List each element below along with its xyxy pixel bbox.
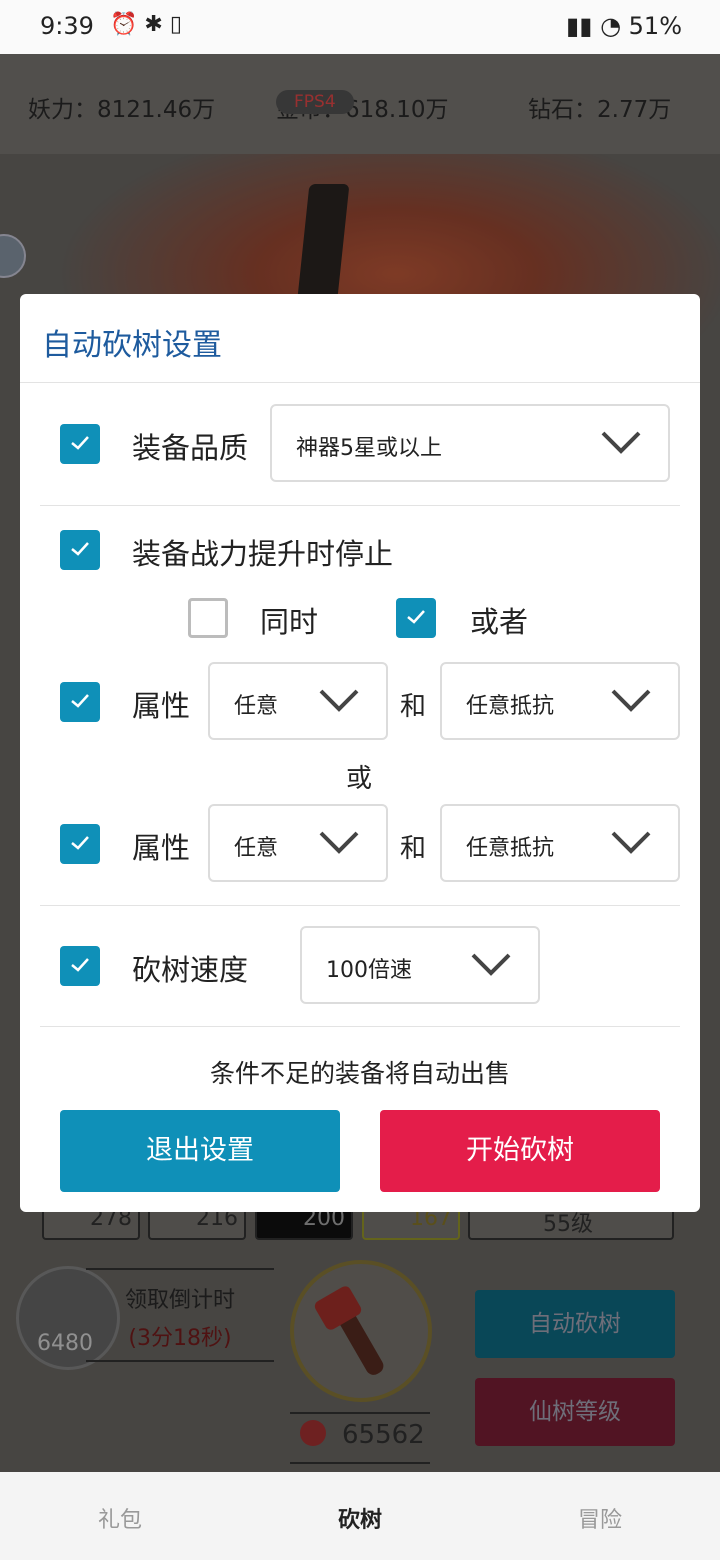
tab-gift[interactable]: 礼包 xyxy=(60,1502,180,1534)
exit-settings-button[interactable]: 退出设置 xyxy=(60,1110,340,1192)
attr-row-1-value-2: 任意抵抗 xyxy=(466,694,555,719)
attr-row-2-label: 属性 xyxy=(132,831,191,865)
speed-value: 100倍速 xyxy=(326,958,412,983)
tab-chop[interactable]: 砍树 xyxy=(300,1502,420,1534)
battery-percent: 51% xyxy=(628,12,682,40)
check-icon xyxy=(71,542,89,556)
attr-row-1-value-1: 任意 xyxy=(234,694,279,719)
divider xyxy=(40,1026,680,1027)
attr-row-2-value-2: 任意抵抗 xyxy=(466,836,555,861)
chevron-down-icon xyxy=(319,831,359,854)
auto-sell-note: 条件不足的装备将自动出售 xyxy=(209,1059,510,1088)
same-time-checkbox[interactable] xyxy=(188,598,228,638)
check-icon xyxy=(71,436,89,450)
check-icon xyxy=(71,694,89,708)
attr-row-2-value-1: 任意 xyxy=(234,836,279,861)
or-label: 或者 xyxy=(470,605,529,639)
attr-row-2-and: 和 xyxy=(400,834,427,864)
bottom-nav: 礼包 砍树 冒险 xyxy=(0,1472,720,1560)
tab-adventure[interactable]: 冒险 xyxy=(540,1502,660,1534)
divider xyxy=(40,905,680,906)
status-bar: 9:39 ⏰ ✱ ▯ ▮▮ ◔ 51% xyxy=(0,0,720,54)
quality-checkbox[interactable] xyxy=(60,424,100,464)
chevron-down-icon xyxy=(611,831,651,854)
speed-select[interactable]: 100倍速 xyxy=(300,926,540,1004)
check-icon xyxy=(71,958,89,972)
attr-row-2-checkbox[interactable] xyxy=(60,824,100,864)
chevron-down-icon xyxy=(611,689,651,712)
chevron-down-icon xyxy=(319,689,359,712)
attr-row-1-checkbox[interactable] xyxy=(60,682,100,722)
status-icons: ⏰ ✱ ▯ xyxy=(110,12,182,37)
quality-label: 装备品质 xyxy=(132,431,249,465)
chevron-down-icon xyxy=(471,953,511,976)
speed-checkbox[interactable] xyxy=(60,946,100,986)
start-chop-button[interactable]: 开始砍树 xyxy=(380,1110,660,1192)
attr-row-2-select-1[interactable]: 任意 xyxy=(208,804,388,882)
divider xyxy=(40,505,680,506)
battery-level: ▮▮ ◔ 51% xyxy=(566,12,682,40)
divider xyxy=(20,382,700,383)
attr-row-1-select-1[interactable]: 任意 xyxy=(208,662,388,740)
quality-select[interactable]: 神器5星或以上 xyxy=(270,404,670,482)
speed-label: 砍树速度 xyxy=(132,953,249,987)
or-text: 或 xyxy=(346,764,373,794)
attr-row-2-select-2[interactable]: 任意抵抗 xyxy=(440,804,680,882)
attr-row-1-and: 和 xyxy=(400,692,427,722)
attr-row-1-select-2[interactable]: 任意抵抗 xyxy=(440,662,680,740)
stop-on-power-checkbox[interactable] xyxy=(60,530,100,570)
quality-value: 神器5星或以上 xyxy=(296,436,442,461)
dialog-title: 自动砍树设置 xyxy=(42,328,222,363)
chevron-down-icon xyxy=(601,431,641,454)
auto-chop-settings-dialog: 自动砍树设置 装备品质 神器5星或以上 装备战力提升时停止 同时 或者 属性 任… xyxy=(20,294,700,1212)
or-checkbox[interactable] xyxy=(396,598,436,638)
check-icon xyxy=(71,836,89,850)
attr-row-1-label: 属性 xyxy=(132,689,191,723)
clock: 9:39 xyxy=(40,12,94,40)
stop-on-power-label: 装备战力提升时停止 xyxy=(132,537,394,571)
same-time-label: 同时 xyxy=(260,605,319,639)
check-icon xyxy=(407,610,425,624)
